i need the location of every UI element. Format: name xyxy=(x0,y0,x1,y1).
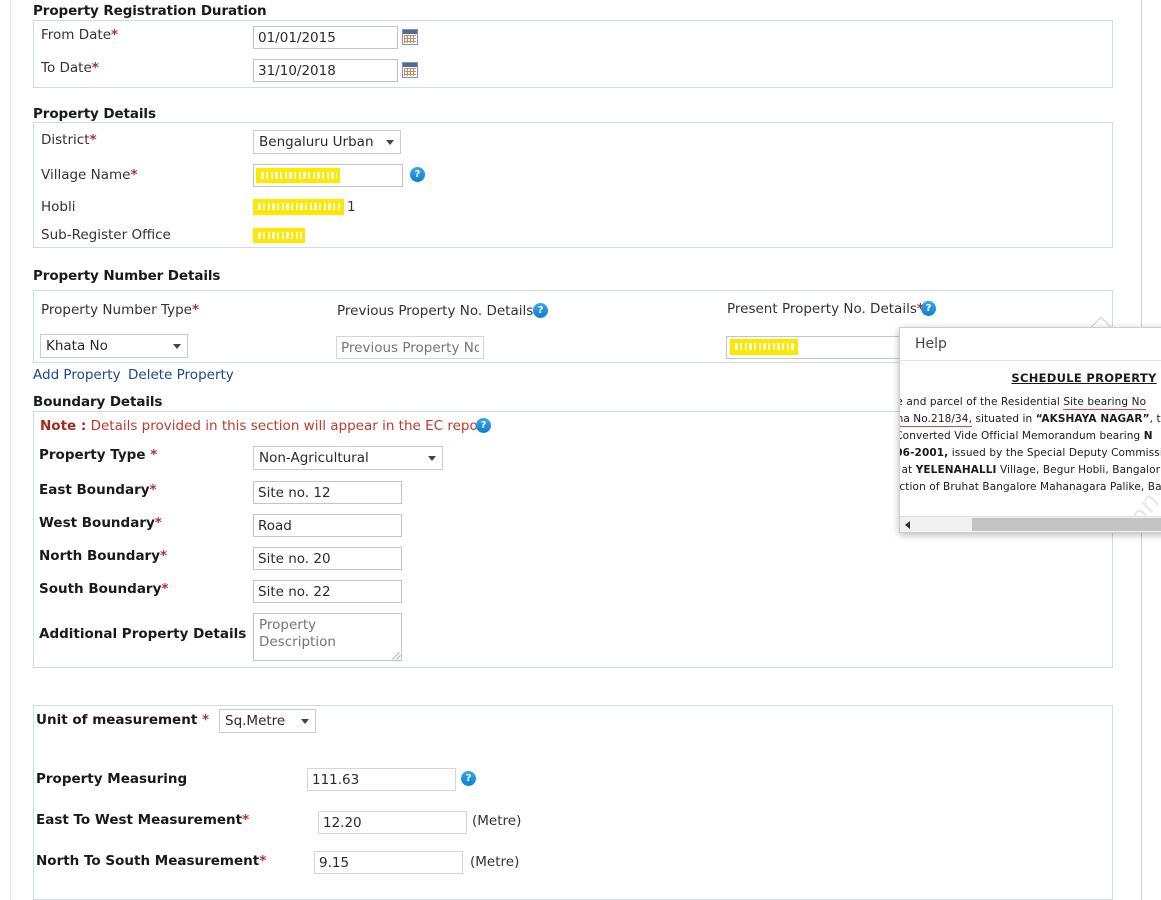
south-boundary-input[interactable] xyxy=(253,580,402,603)
north-boundary-input[interactable] xyxy=(253,547,402,570)
calendar-icon-from-date[interactable] xyxy=(402,29,418,45)
help-popup-title: Help xyxy=(915,336,947,352)
south-boundary-label: South Boundary* xyxy=(39,581,168,597)
north-to-south-measurement-label: North To South Measurement* xyxy=(36,853,266,869)
north-to-south-unit: (Metre) xyxy=(470,854,519,870)
to-date-label: To Date* xyxy=(41,60,99,76)
property-type-label: Property Type * xyxy=(39,447,157,463)
property-measuring-label: Property Measuring xyxy=(36,771,187,787)
north-to-south-measurement-input[interactable] xyxy=(314,851,463,874)
from-date-input[interactable] xyxy=(253,26,398,49)
to-date-input[interactable] xyxy=(253,59,398,82)
panel-registration-duration xyxy=(33,20,1113,88)
unit-of-measurement-select[interactable]: Sq.Metre xyxy=(219,709,316,733)
east-to-west-unit: (Metre) xyxy=(472,813,521,829)
previous-property-no-input[interactable] xyxy=(336,336,484,359)
village-name-label: Village Name* xyxy=(41,167,138,183)
from-date-label: From Date* xyxy=(41,27,118,43)
section-title-boundary-details: Boundary Details xyxy=(33,394,162,410)
panel-measurement xyxy=(33,705,1113,900)
redaction-present-property-no xyxy=(730,339,798,355)
property-number-type-select[interactable]: Khata No xyxy=(40,334,188,358)
panel-property-details xyxy=(33,122,1113,248)
redaction-village-name xyxy=(256,168,340,183)
unit-of-measurement-label: Unit of measurement * xyxy=(36,712,209,728)
east-boundary-input[interactable] xyxy=(253,481,402,504)
help-icon-property-measuring[interactable] xyxy=(461,771,476,786)
boundary-note: Note : Details provided in this section … xyxy=(40,418,489,434)
help-popup[interactable]: Help SCHEDULE PROPERTY at piece and parc… xyxy=(899,327,1161,533)
additional-property-details-label: Additional Property Details xyxy=(39,626,246,642)
help-icon-boundary-note[interactable] xyxy=(476,418,491,433)
doc-line: at piece and parcel of the Residential S… xyxy=(900,394,1161,411)
doc-line: MP Katha No.218/34, situated in “AKSHAYA… xyxy=(900,411,1161,428)
help-icon-village-name[interactable] xyxy=(410,167,425,182)
scroll-left-arrow-icon[interactable] xyxy=(900,517,916,532)
doc-line: · jurisdiction of Bruhat Bangalore Mahan… xyxy=(900,479,1161,496)
east-to-west-measurement-label: East To West Measurement* xyxy=(36,812,249,828)
delete-property-link[interactable]: Delete Property xyxy=(128,367,234,383)
add-property-link[interactable]: Add Property xyxy=(33,367,121,383)
west-boundary-label: West Boundary* xyxy=(39,515,162,531)
sub-register-office-label: Sub-Register Office xyxy=(41,227,171,243)
calendar-icon-to-date[interactable] xyxy=(402,62,418,78)
north-boundary-label: North Boundary* xyxy=(39,548,167,564)
section-title-property-number-details: Property Number Details xyxy=(33,268,220,284)
present-property-no-label: Present Property No. Details* xyxy=(727,301,924,317)
help-icon-previous-property-no[interactable] xyxy=(533,303,548,318)
property-number-type-label: Property Number Type* xyxy=(41,302,199,318)
redaction-hobli xyxy=(253,199,344,215)
property-measuring-input[interactable] xyxy=(307,768,456,791)
previous-property-no-label: Previous Property No. Details xyxy=(337,303,533,319)
east-boundary-label: East Boundary* xyxy=(39,482,157,498)
property-type-select[interactable]: Non-Agricultural xyxy=(253,446,443,470)
section-title-registration-duration: Property Registration Duration xyxy=(33,3,267,19)
east-to-west-measurement-input[interactable] xyxy=(318,811,467,834)
schedule-property-heading: SCHEDULE PROPERTY xyxy=(900,371,1161,385)
hobli-label: Hobli xyxy=(41,199,75,215)
section-title-property-details: Property Details xyxy=(33,106,156,122)
additional-property-details-textarea[interactable] xyxy=(253,613,402,661)
scrollbar-thumb[interactable] xyxy=(972,518,1161,531)
help-popup-horizontal-scrollbar[interactable] xyxy=(900,516,1161,532)
redaction-sub-register-office xyxy=(253,228,305,243)
help-popup-header: Help xyxy=(900,328,1161,361)
district-label: District* xyxy=(41,132,97,148)
district-select[interactable]: Bengaluru Urban xyxy=(253,130,401,154)
schedule-property-document: SCHEDULE PROPERTY at piece and parcel of… xyxy=(900,367,1161,496)
help-icon-present-property-no[interactable] xyxy=(921,301,936,316)
doc-line: ituated at YELENAHALLI Village, Begur Ho… xyxy=(900,462,1161,479)
doc-line: No.1, Converted Vide Official Memorandum… xyxy=(900,428,1161,445)
west-boundary-input[interactable] xyxy=(253,514,402,537)
help-popup-body: SCHEDULE PROPERTY at piece and parcel of… xyxy=(900,361,1161,516)
doc-line: 13-06-2001, issued by the Special Deputy… xyxy=(900,445,1161,462)
hobli-suffix: 1 xyxy=(347,199,356,215)
